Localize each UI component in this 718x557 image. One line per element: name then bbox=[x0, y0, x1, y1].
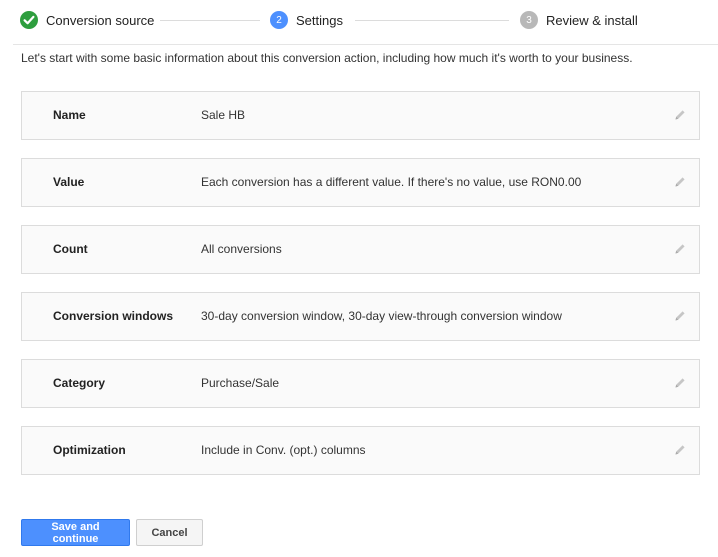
setting-label: Optimization bbox=[53, 443, 126, 457]
setting-label: Conversion windows bbox=[53, 309, 174, 323]
pencil-icon[interactable] bbox=[673, 242, 687, 256]
pencil-icon[interactable] bbox=[673, 108, 687, 122]
setting-row-name[interactable]: Name Sale HB bbox=[21, 91, 700, 140]
step-conversion-source[interactable]: Conversion source bbox=[20, 10, 154, 30]
setting-row-conversion-windows[interactable]: Conversion windows 30-day conversion win… bbox=[21, 292, 700, 341]
setting-label: Count bbox=[53, 242, 88, 256]
setting-value: 30-day conversion window, 30-day view-th… bbox=[201, 309, 562, 323]
setting-label: Name bbox=[53, 108, 86, 122]
setting-value: All conversions bbox=[201, 242, 282, 256]
pencil-icon[interactable] bbox=[673, 443, 687, 457]
setting-label: Category bbox=[53, 376, 106, 390]
setting-row-count[interactable]: Count All conversions bbox=[21, 225, 700, 274]
step-number-icon: 2 bbox=[270, 11, 288, 29]
step-label: Review & install bbox=[546, 12, 638, 28]
check-circle-icon bbox=[20, 11, 38, 29]
step-label: Settings bbox=[296, 12, 343, 28]
setting-label: Value bbox=[53, 175, 85, 189]
pencil-icon[interactable] bbox=[673, 376, 687, 390]
stepper: Conversion source 2 Settings 3 Review & … bbox=[0, 0, 718, 44]
stepper-divider bbox=[13, 44, 718, 45]
pencil-icon[interactable] bbox=[673, 309, 687, 323]
setting-value: Sale HB bbox=[201, 108, 246, 122]
setting-row-category[interactable]: Category Purchase/Sale bbox=[21, 359, 700, 408]
settings-list: Name Sale HB Value Each conversion has a… bbox=[21, 91, 700, 493]
pencil-icon[interactable] bbox=[673, 175, 687, 189]
cancel-button[interactable]: Cancel bbox=[136, 519, 203, 546]
step-number-icon: 3 bbox=[520, 11, 538, 29]
setting-value: Include in Conv. (opt.) columns bbox=[201, 443, 366, 457]
save-and-continue-button[interactable]: Save and continue bbox=[21, 519, 130, 546]
step-connector bbox=[160, 20, 260, 21]
step-label: Conversion source bbox=[46, 12, 155, 28]
conversion-setup-page: Conversion source 2 Settings 3 Review & … bbox=[0, 0, 718, 557]
step-settings[interactable]: 2 Settings bbox=[270, 10, 343, 30]
step-connector bbox=[355, 20, 509, 21]
setting-row-value[interactable]: Value Each conversion has a different va… bbox=[21, 158, 700, 207]
setting-row-optimization[interactable]: Optimization Include in Conv. (opt.) col… bbox=[21, 426, 700, 475]
intro-text: Let's start with some basic information … bbox=[21, 51, 633, 65]
setting-value: Purchase/Sale bbox=[201, 376, 280, 390]
setting-value: Each conversion has a different value. I… bbox=[201, 175, 582, 189]
step-review-install[interactable]: 3 Review & install bbox=[520, 10, 638, 30]
